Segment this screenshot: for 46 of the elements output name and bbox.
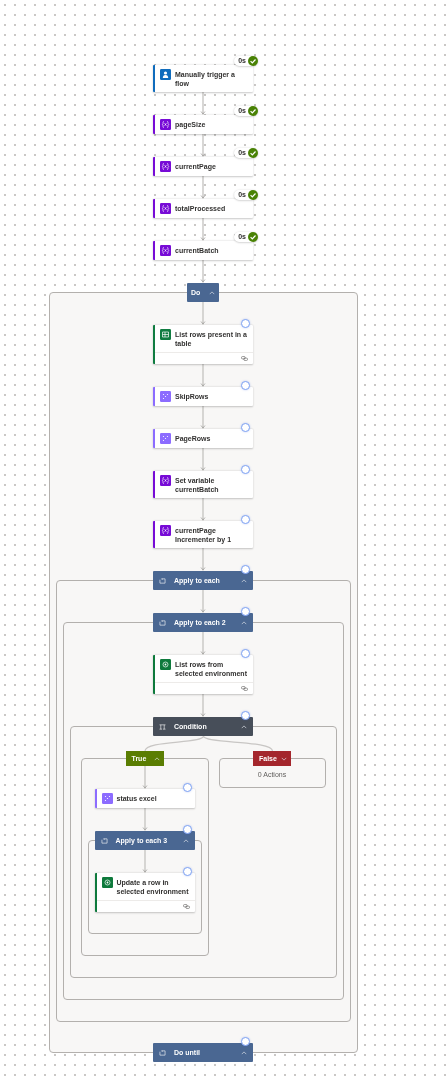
- connector-arrow: [199, 260, 207, 283]
- connector-arrow: [199, 406, 207, 429]
- dots-icon: [160, 433, 171, 444]
- person-icon: [160, 69, 171, 80]
- table-icon: [160, 329, 171, 340]
- connector-arrow: [199, 302, 207, 325]
- chevron-up-icon[interactable]: [153, 756, 160, 761]
- braces-icon: [160, 475, 171, 486]
- chevron-up-icon[interactable]: [209, 290, 215, 295]
- loop-icon: [159, 619, 166, 626]
- dots-icon: [101, 793, 113, 804]
- connector-arrow: [199, 92, 207, 115]
- connector-arrow: [199, 364, 207, 387]
- braces-icon: [160, 203, 171, 214]
- connector-arrow: [199, 548, 207, 571]
- chevron-down-icon[interactable]: [281, 756, 287, 761]
- connector-arrow: [199, 694, 207, 717]
- chevron-up-icon[interactable]: [241, 724, 247, 729]
- loop-icon: [159, 1049, 166, 1056]
- connector-arrow: [199, 134, 207, 157]
- connector-arrow: [140, 766, 149, 789]
- chevron-up-icon[interactable]: [241, 578, 247, 583]
- link-icon: [241, 686, 248, 691]
- connector-arrow: [199, 176, 207, 199]
- chevron-up-icon[interactable]: [241, 1050, 247, 1055]
- braces-icon: [160, 245, 171, 256]
- connector-arrow: [199, 632, 207, 655]
- link-icon: [241, 356, 248, 361]
- condition-icon: [159, 723, 166, 730]
- connector-arrow: [199, 590, 207, 613]
- connector-arrow: [199, 218, 207, 241]
- link-icon: [182, 904, 190, 909]
- braces-icon: [160, 119, 171, 130]
- braces-icon: [160, 161, 171, 172]
- chevron-up-icon[interactable]: [241, 620, 247, 625]
- loop-icon: [159, 577, 166, 584]
- connector-arrow: [199, 498, 207, 521]
- connector-arrow: [199, 448, 207, 471]
- braces-icon: [160, 525, 171, 536]
- connector-arrow: [140, 808, 149, 831]
- ring-icon: [160, 659, 171, 670]
- dots-icon: [160, 391, 171, 402]
- connector-arrow: [140, 850, 149, 873]
- chevron-up-icon[interactable]: [182, 838, 189, 843]
- ring-icon: [101, 877, 113, 888]
- loop-icon: [100, 837, 108, 844]
